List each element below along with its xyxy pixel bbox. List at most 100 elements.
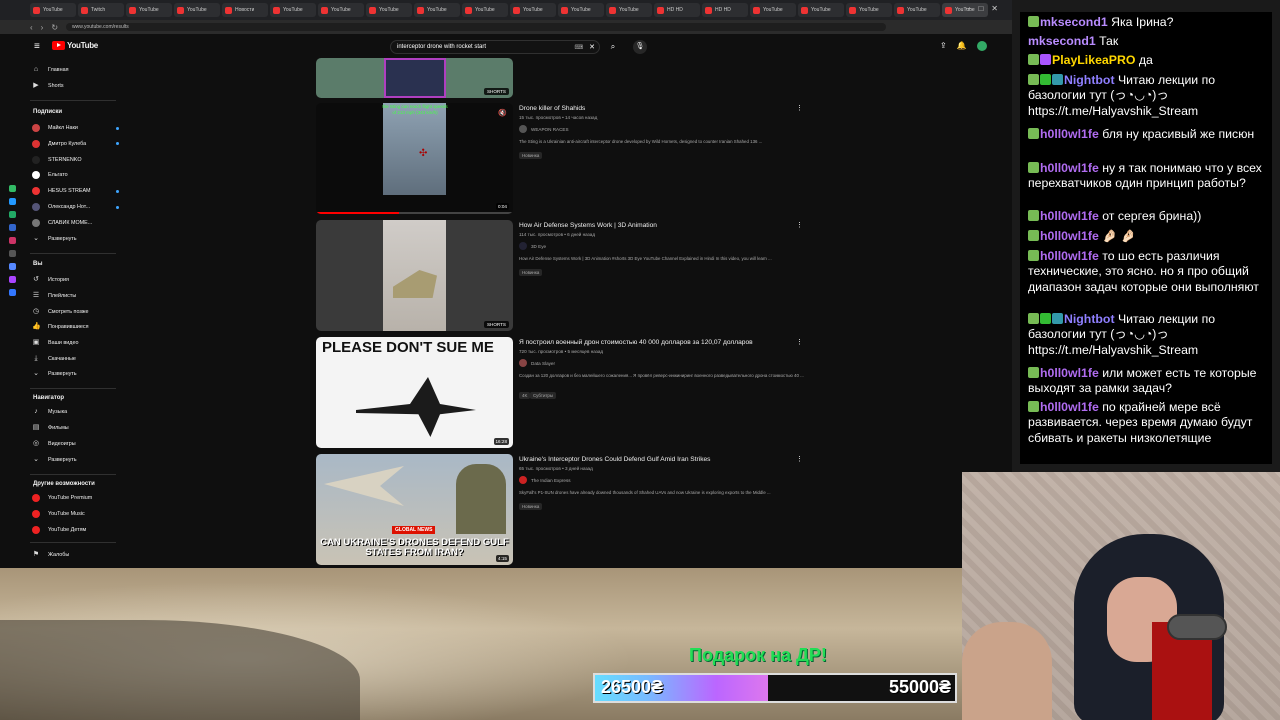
expand-button[interactable]: ⌄ Развернуть <box>32 454 77 466</box>
sidebar-item-subscription[interactable]: STERNENKO <box>32 154 82 166</box>
sidebar-item-more[interactable]: YouTube Premium <box>32 492 92 504</box>
browser-tab[interactable]: YouTube <box>126 3 172 17</box>
channel-avatar[interactable] <box>519 125 527 133</box>
browser-tab[interactable]: Twitch <box>78 3 124 17</box>
sidebar-app-icon[interactable] <box>8 289 16 296</box>
chat-username[interactable]: h0ll0wl1fe <box>1040 229 1099 243</box>
sidebar-item-explore[interactable]: ▤ Фильмы <box>32 422 69 434</box>
result-title[interactable]: How Air Defense Systems Work | 3D Animat… <box>519 222 657 229</box>
chat-username[interactable]: Nightbot <box>1064 73 1115 87</box>
search-input[interactable]: interceptor drone with rocket start <box>397 44 574 50</box>
result-title[interactable]: Drone killer of Shahids <box>519 105 585 112</box>
browser-tab[interactable]: HD HD <box>654 3 700 17</box>
browser-tab[interactable]: YouTube <box>510 3 556 17</box>
sidebar-app-icon[interactable] <box>8 237 16 244</box>
mute-icon[interactable]: 🔇 <box>498 109 507 117</box>
expand-button[interactable]: ⌄ Развернуть <box>32 368 77 380</box>
channel-avatar[interactable] <box>519 476 527 484</box>
sidebar-item-subscription[interactable]: Майкл Наки <box>32 122 119 134</box>
channel-name[interactable]: The Indian Express <box>531 478 571 483</box>
menu-icon[interactable]: ≡ <box>34 41 40 52</box>
sidebar-app-icon[interactable] <box>8 224 16 231</box>
more-options-icon[interactable]: ⋮ <box>796 338 803 346</box>
explore-heading[interactable]: Навигатор <box>33 395 64 401</box>
result-item[interactable]: GLOBAL NEWS CAN UKRAINE'S DRONES DEFEND … <box>316 454 816 565</box>
sidebar-app-icon[interactable] <box>8 198 16 205</box>
url-field[interactable]: www.youtube.com/results <box>66 23 887 31</box>
browser-tab[interactable]: YouTube <box>558 3 604 17</box>
chat-username[interactable]: h0ll0wl1fe <box>1040 400 1099 414</box>
subscriptions-heading[interactable]: Подписки <box>33 109 62 115</box>
browser-tab[interactable]: YouTube <box>30 3 76 17</box>
result-channel[interactable]: Data Slayer <box>519 359 555 367</box>
more-from-youtube-heading[interactable]: Другие возможности <box>33 481 95 487</box>
chat-username[interactable]: mksecond1 <box>1040 15 1108 29</box>
sidebar-item-subscription[interactable]: Дмитро Кулеба <box>32 138 119 150</box>
chat-username[interactable]: h0ll0wl1fe <box>1040 249 1099 263</box>
channel-name[interactable]: 3D Eye <box>531 244 546 249</box>
result-thumbnail[interactable]: SHORTS <box>316 58 513 98</box>
forward-icon[interactable]: › <box>41 23 44 32</box>
chat-username[interactable]: h0ll0wl1fe <box>1040 161 1099 175</box>
browser-tab[interactable]: YouTube <box>270 3 316 17</box>
chat-username[interactable]: Nightbot <box>1064 312 1115 326</box>
channel-name[interactable]: WEAPON RACES <box>531 127 569 132</box>
browser-tab[interactable]: YouTube <box>846 3 892 17</box>
result-item[interactable]: SHORTS How Air Defense Systems Work | 3D… <box>316 220 816 331</box>
sidebar-item-explore[interactable]: ♪ Музыка <box>32 406 67 418</box>
browser-tab[interactable]: Новости <box>222 3 268 17</box>
sidebar-item-more[interactable]: YouTube Music <box>32 508 85 520</box>
sidebar-item-report[interactable]: ⚑ Жалобы <box>32 549 69 561</box>
reload-icon[interactable]: ↻ <box>51 23 58 32</box>
sidebar-app-icon[interactable] <box>8 250 16 257</box>
result-channel[interactable]: The Indian Express <box>519 476 571 484</box>
result-partial[interactable]: SHORTS <box>316 58 816 98</box>
search-button[interactable]: ⌕ <box>603 40 623 54</box>
sidebar-app-icon[interactable] <box>8 211 16 218</box>
browser-tab[interactable]: YouTube <box>798 3 844 17</box>
chat-username[interactable]: PlayLikeaPRO <box>1052 53 1135 67</box>
sidebar-item-more[interactable]: YouTube Детям <box>32 524 86 536</box>
channel-name[interactable]: Data Slayer <box>531 361 555 366</box>
sidebar-item-you[interactable]: 👍 Понравившиеся <box>32 321 89 333</box>
sidebar-app-icon[interactable] <box>8 263 16 270</box>
youtube-logo[interactable]: YouTube <box>52 41 98 50</box>
keyboard-icon[interactable]: ⌨ <box>574 44 583 51</box>
browser-tab[interactable]: YouTube <box>414 3 460 17</box>
video-progress-track[interactable] <box>316 212 513 214</box>
sidebar-item-shorts[interactable]: ▶ Shorts <box>32 80 63 92</box>
chat-username[interactable]: h0ll0wl1fe <box>1040 209 1099 223</box>
result-title[interactable]: Я построил военный дрон стоимостью 40 00… <box>519 339 753 346</box>
more-options-icon[interactable]: ⋮ <box>796 221 803 229</box>
sidebar-item-subscription[interactable]: HESUS STREAM <box>32 185 119 197</box>
avatar[interactable] <box>976 41 987 51</box>
sidebar-item-subscription[interactable]: СЛАВИК МОМЕ... <box>32 217 92 229</box>
browser-tab[interactable]: YouTube <box>894 3 940 17</box>
sidebar-item-you[interactable]: ▣ Ваши видео <box>32 337 79 349</box>
clear-search-icon[interactable]: ✕ <box>589 43 595 51</box>
sidebar-item-subscription[interactable]: Олександр Нот... <box>32 201 119 213</box>
browser-tab[interactable]: YouTube <box>318 3 364 17</box>
chat-username[interactable]: h0ll0wl1fe <box>1040 366 1099 380</box>
you-heading[interactable]: Вы <box>33 261 42 267</box>
sidebar-item-you[interactable]: ↺ История <box>32 274 69 286</box>
channel-avatar[interactable] <box>519 359 527 367</box>
sidebar-item-you[interactable]: ⤓ Скачанные <box>32 353 75 365</box>
result-thumbnail[interactable]: GLOBAL NEWS CAN UKRAINE'S DRONES DEFEND … <box>316 454 513 565</box>
more-options-icon[interactable]: ⋮ <box>796 455 803 463</box>
sidebar-item-subscription[interactable]: Ельгато <box>32 169 68 181</box>
result-item[interactable]: PLEASE DON'T SUE ME 16:28 Я построил вое… <box>316 337 816 448</box>
sidebar-app-icon[interactable] <box>8 276 16 283</box>
expand-button[interactable]: ⌄ Развернуть <box>32 233 77 245</box>
mic-icon[interactable]: 🎙 <box>633 40 647 54</box>
chat-username[interactable]: h0ll0wl1fe <box>1040 127 1099 141</box>
window-controls[interactable]: –□✕ <box>966 4 1006 13</box>
result-title[interactable]: Ukraine's Interceptor Drones Could Defen… <box>519 456 710 463</box>
more-options-icon[interactable]: ⋮ <box>796 104 803 112</box>
result-channel[interactable]: 3D Eye <box>519 242 546 250</box>
result-channel[interactable]: WEAPON RACES <box>519 125 569 133</box>
sidebar-item-you[interactable]: ☰ Плейлисты <box>32 290 76 302</box>
sidebar-item-you[interactable]: ◷ Смотреть позже <box>32 306 89 318</box>
chat-username[interactable]: mksecond1 <box>1028 34 1096 48</box>
result-thumbnail[interactable]: the Sting can reach flight speeds of 213… <box>316 103 513 214</box>
